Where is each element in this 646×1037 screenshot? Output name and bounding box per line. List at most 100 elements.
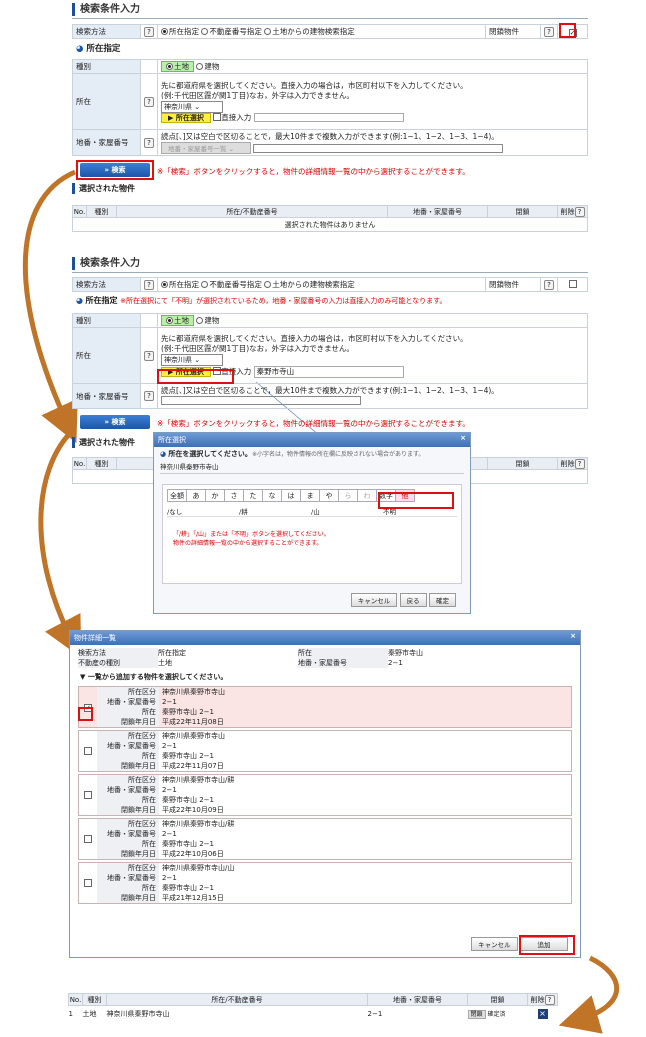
item-mountain[interactable]: /山 — [311, 506, 383, 517]
dialog-instruction: 所在を選択してください。 — [168, 450, 252, 458]
card-value: 秦野市寺山 2−1 — [162, 796, 214, 804]
card-value: 2−1 — [162, 874, 177, 882]
radio-building[interactable] — [196, 317, 204, 324]
card-value: 神奈川県秦野市寺山 — [162, 732, 225, 740]
kana-tab[interactable]: や — [319, 489, 339, 502]
property-card: 所在区分 神奈川県秦野市寺山/耕 地番・家屋番号 2−1 所在 秦野市寺山 2−1 閉鎖年月… — [78, 818, 572, 860]
info-value: 土地 — [158, 659, 172, 667]
arrow-3 — [558, 955, 620, 1034]
card-key: 地番・家屋番号 — [97, 697, 159, 707]
location-path: 神奈川県秦野市寺山 — [160, 461, 464, 474]
card-key: 所在 — [97, 839, 159, 849]
picker-note: 物件の詳細情報一覧の中から選択することができます。 — [173, 540, 323, 547]
kana-tab[interactable]: か — [205, 489, 225, 502]
dialog-title: 所在選択 — [158, 436, 186, 444]
highlight-box — [378, 492, 454, 509]
property-checkbox[interactable] — [84, 790, 92, 799]
lot-label: 地番・家屋番号 — [72, 383, 141, 409]
sub-title: 所在指定 — [85, 296, 118, 305]
cancel-button[interactable]: キャンセル — [471, 937, 518, 951]
card-key: 所在区分 — [97, 687, 159, 697]
kana-tab[interactable]: あ — [186, 489, 206, 502]
kana-tab[interactable]: な — [262, 489, 282, 502]
kana-tab[interactable]: ま — [300, 489, 320, 502]
close-icon[interactable]: × — [570, 632, 576, 640]
col-no: No. — [72, 457, 87, 470]
back-button[interactable]: 戻る — [399, 593, 427, 607]
card-value: 神奈川県秦野市寺山/耕 — [162, 820, 235, 828]
col-lot: 地番・家屋番号 — [367, 993, 468, 1006]
col-type: 種別 — [82, 993, 107, 1006]
condition-table: 種別 土地 建物 所在 ? 先に都道府県を選択してください。直接入力の場合は，市… — [72, 313, 588, 409]
card-value: 神奈川県秦野市寺山/耕 — [162, 776, 235, 784]
property-checkbox[interactable] — [84, 834, 92, 843]
card-key: 所在 — [97, 707, 159, 717]
prefecture-select[interactable]: 神奈川県 ⌄ — [161, 353, 223, 366]
property-checkbox[interactable] — [84, 746, 92, 755]
type-land-toggle[interactable]: 土地 — [161, 315, 194, 326]
search-button[interactable]: » 検索 — [80, 415, 150, 429]
info-key: 所在 — [298, 648, 388, 658]
property-checkbox[interactable] — [84, 878, 92, 887]
col-no: No. — [68, 993, 83, 1006]
col-closed: 閉鎖 — [467, 993, 528, 1006]
card-key: 閉鎖年月日 — [97, 761, 159, 771]
selected-title: 選択された物件 — [72, 437, 135, 448]
method-label: 検索方法 — [72, 277, 141, 292]
dialog-title: 物件詳細一覧 — [74, 634, 116, 642]
radio-building-from-land[interactable] — [264, 281, 272, 288]
card-key: 所在区分 — [97, 819, 159, 829]
arrow-1 — [22, 169, 78, 444]
item-cultivated[interactable]: /耕 — [239, 506, 311, 517]
highlight-box — [157, 369, 234, 384]
arrow-2 — [38, 426, 82, 658]
card-key: 閉鎖年月日 — [97, 805, 159, 815]
radio-location[interactable] — [161, 281, 168, 288]
kana-tab[interactable]: は — [281, 489, 301, 502]
card-key: 地番・家屋番号 — [97, 873, 159, 883]
lot-note: 読点[、]又は空白で区切ることで，最大10件まで複数入力ができます(例:1−1、… — [161, 386, 499, 395]
kana-tab[interactable]: た — [243, 489, 263, 502]
card-value: 秦野市寺山 2−1 — [162, 752, 214, 760]
card-value: 2−1 — [162, 830, 177, 838]
location-note: (例:千代田区霞が関1丁目)なお，外字は入力できません。 — [161, 343, 354, 353]
divider — [72, 272, 588, 273]
cancel-button[interactable]: キャンセル — [350, 593, 398, 607]
property-card: 所在区分 神奈川県秦野市寺山/山 地番・家屋番号 2−1 所在 秦野市寺山 2−1 閉鎖年月… — [78, 862, 572, 904]
location-input[interactable]: 秦野市寺山 — [253, 365, 404, 378]
help-icon[interactable]: ? — [144, 350, 154, 361]
kana-tab[interactable]: さ — [224, 489, 244, 502]
closed-checkbox[interactable] — [568, 280, 577, 288]
search-note: ※「検索」ボタンをクリックすると，物件の詳細情報一覧の中から選択することができま… — [157, 419, 470, 428]
lot-input[interactable] — [161, 396, 361, 405]
card-value: 平成21年12月15日 — [162, 894, 224, 902]
cell-location: 神奈川県秦野市寺山 — [106, 1009, 170, 1018]
section2-title: 検索条件入力 — [72, 257, 140, 270]
radio-realestate-number[interactable] — [201, 281, 209, 288]
item-none[interactable]: /なし — [167, 506, 239, 517]
cell-type: 土地 — [82, 1009, 97, 1018]
card-key: 地番・家屋番号 — [97, 741, 159, 751]
close-icon[interactable]: × — [460, 434, 466, 442]
kana-tab[interactable]: 全額 — [167, 489, 187, 502]
kana-tab[interactable]: わ — [357, 489, 377, 502]
kana-tab[interactable]: ら — [338, 489, 358, 502]
highlight-box — [78, 707, 93, 721]
info-icon: ◕ — [76, 296, 83, 305]
card-value: 平成22年11月07日 — [162, 762, 224, 770]
card-key: 所在 — [97, 883, 159, 893]
radio-label: 不動産番号指定 — [209, 280, 262, 289]
delete-icon[interactable]: × — [537, 1008, 548, 1019]
info-value: 秦野市寺山 — [388, 649, 423, 657]
method-table: 検索方法 ? 所在指定 不動産番号指定 土地からの建物検索指定 閉鎖物件 ? — [72, 277, 588, 292]
help-icon[interactable]: ? — [144, 391, 154, 401]
col-closed: 閉鎖 — [487, 457, 558, 470]
help-icon[interactable]: ? — [544, 279, 554, 290]
card-value: 平成22年10月09日 — [162, 806, 224, 814]
help-icon[interactable]: ? — [144, 279, 154, 290]
card-key: 所在 — [97, 795, 159, 805]
property-card: ✓ 所在区分 神奈川県秦野市寺山 地番・家屋番号 2−1 所在 秦野市寺山 2−1 閉鎖年月日… — [78, 686, 572, 728]
confirm-button[interactable]: 確定 — [429, 593, 456, 607]
info-key: 検索方法 — [78, 648, 158, 658]
card-value: 秦野市寺山 2−1 — [162, 708, 214, 716]
